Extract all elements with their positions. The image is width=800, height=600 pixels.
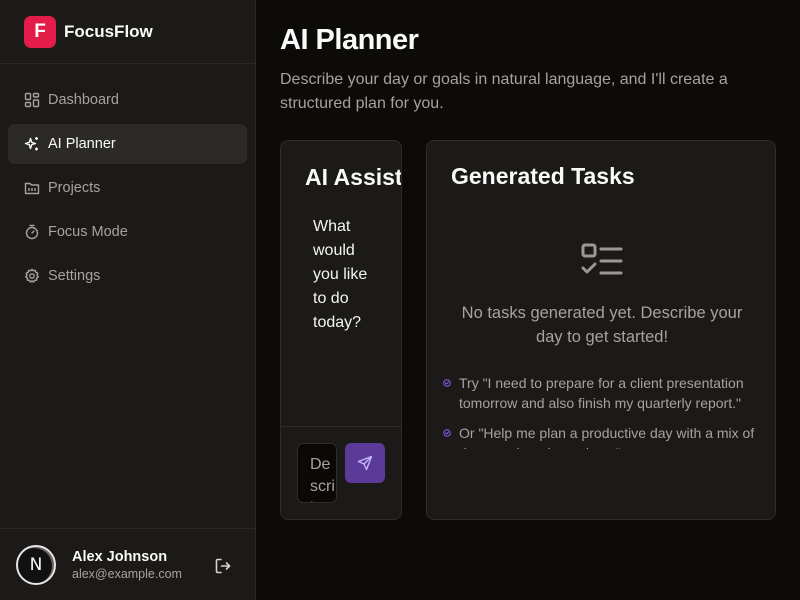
avatar[interactable]: N bbox=[16, 544, 56, 585]
sidebar-item-label: Dashboard bbox=[48, 92, 119, 108]
suggestion-list: Try "I need to prepare for a client pres… bbox=[443, 373, 763, 449]
sidebar-item-label: AI Planner bbox=[48, 136, 116, 152]
suggestion-text: Try "I need to prepare for a client pres… bbox=[459, 375, 744, 411]
suggestion-item: Try "I need to prepare for a client pres… bbox=[443, 373, 763, 413]
suggestion-item: Or "Help me plan a productive day with a… bbox=[443, 423, 763, 449]
send-icon bbox=[357, 455, 373, 471]
assistant-message: What would you like to do today? bbox=[313, 218, 368, 331]
sidebar-item-dashboard[interactable]: Dashboard bbox=[8, 80, 247, 120]
send-button[interactable] bbox=[345, 443, 385, 483]
sidebar-nav: Dashboard AI Planner Projects Focus Mode bbox=[8, 80, 247, 300]
generated-tasks-panel: Generated Tasks No tasks generated yet. … bbox=[426, 140, 776, 520]
tasks-title: Generated Tasks bbox=[451, 163, 635, 189]
sidebar: F FocusFlow Dashboard AI Planner Project… bbox=[0, 0, 256, 600]
sidebar-item-label: Projects bbox=[48, 180, 101, 196]
checklist-icon bbox=[581, 243, 623, 275]
sidebar-item-ai-planner[interactable]: AI Planner bbox=[8, 124, 247, 164]
suggestion-text: Or "Help me plan a productive day with a… bbox=[459, 425, 755, 449]
user-profile: N Alex Johnson alex@example.com bbox=[0, 528, 255, 600]
user-info: Alex Johnson alex@example.com bbox=[72, 548, 182, 582]
brand-header: F FocusFlow bbox=[0, 0, 255, 64]
empty-state-text: No tasks generated yet. Describe your da… bbox=[461, 304, 743, 346]
divider bbox=[281, 426, 401, 427]
sparkles-icon bbox=[24, 137, 38, 151]
user-name: Alex Johnson bbox=[72, 548, 168, 565]
dashboard-icon bbox=[24, 92, 40, 108]
assistant-title: AI Assistant bbox=[305, 164, 402, 190]
sidebar-item-label: Settings bbox=[48, 268, 101, 284]
check-circle-icon bbox=[443, 429, 451, 437]
main-content: AI Planner Describe your day or goals in… bbox=[256, 0, 800, 600]
page-title: AI Planner bbox=[280, 24, 419, 56]
sidebar-item-projects[interactable]: Projects bbox=[8, 168, 247, 208]
timer-icon bbox=[25, 224, 39, 240]
sidebar-item-focus-mode[interactable]: Focus Mode bbox=[8, 212, 247, 252]
sidebar-item-settings[interactable]: Settings bbox=[8, 256, 247, 296]
check-circle-icon bbox=[443, 379, 451, 387]
gear-icon bbox=[25, 268, 39, 283]
page-description: Describe your day or goals in natural la… bbox=[280, 71, 728, 112]
chat-input[interactable]: Describe your day... bbox=[297, 443, 337, 503]
ai-assistant-panel: AI Assistant What would you like to do t… bbox=[280, 140, 402, 520]
sidebar-item-label: Focus Mode bbox=[48, 224, 128, 240]
folder-icon bbox=[24, 182, 40, 195]
user-email: alex@example.com bbox=[72, 566, 182, 581]
logout-icon[interactable] bbox=[214, 557, 232, 575]
brand-name: FocusFlow bbox=[64, 21, 153, 41]
brand-logo[interactable]: F bbox=[24, 15, 56, 48]
